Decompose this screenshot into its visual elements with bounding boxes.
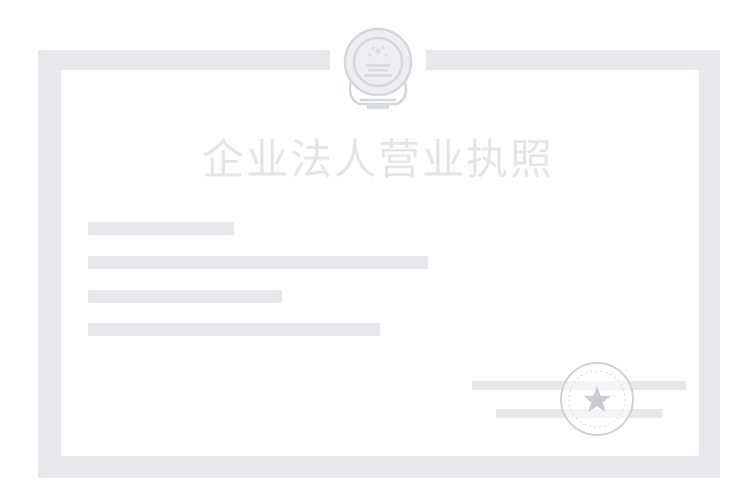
placeholder-line [88,290,282,303]
certificate-title: 企业法人营业执照 [201,135,554,184]
placeholder-line [88,256,428,269]
placeholder-line [88,323,380,336]
national-emblem-icon [343,27,413,109]
official-seal-star-icon [560,362,634,436]
placeholder-line [88,222,234,235]
